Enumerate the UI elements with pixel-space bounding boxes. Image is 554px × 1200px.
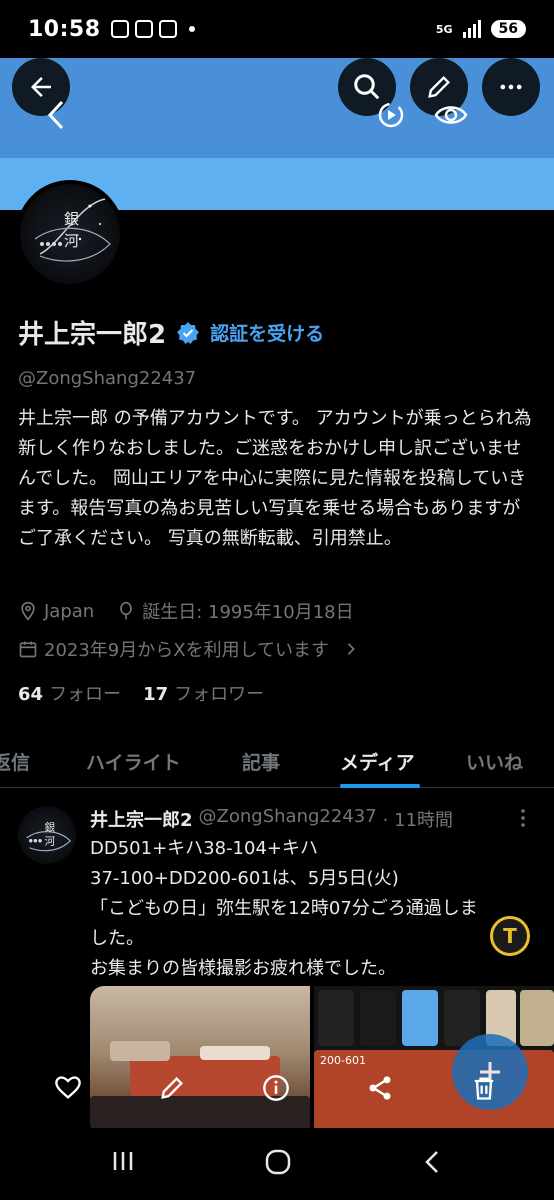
following-link[interactable]: 64 フォロー [18,680,121,706]
more-button[interactable] [482,58,540,116]
profile-joined: 2023年9月からXを利用しています [44,640,330,661]
profile-name-row: 井上宗一郎2 認証を受ける [18,314,324,351]
chevron-left-icon [425,1151,438,1173]
signal-icon [462,20,481,38]
following-count: 64 [18,684,44,705]
tweet-text-line: お集まりの皆様撮影お疲れ様でした。 [90,958,396,979]
delete-button[interactable] [470,1074,498,1106]
recent-apps-button[interactable] [110,1148,136,1178]
home-button[interactable] [264,1148,292,1180]
screen-capture-icon[interactable] [376,100,406,134]
status-time: 10:58 [28,16,101,42]
tab-highlights[interactable]: ハイライト [86,748,181,775]
calendar-icon [19,641,37,658]
followers-label: フォロワー [174,684,265,705]
tweet-text-line: 「こどもの日」弥生駅を12時07分ごろ通過しま [90,898,478,919]
more-vertical-icon [521,809,525,827]
tab-likes[interactable]: いいね [466,748,523,775]
system-nav-bar [0,1128,554,1200]
tab-replies[interactable]: 返信 [0,748,30,775]
text-extract-icon[interactable]: T [490,916,530,956]
following-label: フォロー [49,684,122,705]
profile-birthday: 誕生日: 1995年10月18日 [142,602,354,623]
followers-link[interactable]: 17 フォロワー [143,680,264,706]
notification-app-icon [110,20,129,38]
notification-grid-icon [158,20,177,38]
eye-icon[interactable] [434,102,468,132]
share-button[interactable] [366,1074,394,1106]
overlay-back-chevron-icon[interactable] [44,98,68,136]
info-button[interactable] [262,1074,290,1106]
balloon-icon [120,601,133,620]
get-verified-link[interactable]: 認証を受ける [210,319,324,346]
tweet-avatar[interactable]: 銀 河 [18,806,76,864]
active-tab-indicator [340,784,420,788]
notification-dot-icon [188,26,195,32]
profile-tabs: 返信 ハイライト 記事 メディア いいね [0,730,554,788]
tweet-header: 井上宗一郎2 @ZongShang22437 · 11時間 [90,806,453,832]
tweet-more-button[interactable] [518,808,528,833]
tweet-author-name[interactable]: 井上宗一郎2 [90,806,193,832]
follow-stats: 64 フォロー 17 フォロワー [18,680,264,706]
profile-bio: 井上宗一郎 の予備アカウントです。 アカウントが乗っとられ為新しく作りなおしまし… [18,408,532,549]
trash-icon [474,1077,494,1100]
search-icon [354,74,380,100]
tweet-text-line: した。 [90,928,144,949]
heart-icon [55,1076,81,1099]
recent-apps-icon [113,1152,133,1170]
tweet-author-handle[interactable]: @ZongShang22437 [199,806,377,832]
pencil-icon [161,1077,183,1099]
avatar-text-line1: 銀 [64,210,79,228]
system-back-button[interactable] [420,1148,444,1180]
tab-media[interactable]: メディア [340,748,415,775]
followers-count: 17 [143,684,169,705]
profile-handle: @ZongShang22437 [18,368,197,389]
network-type: 5G [435,22,453,36]
notification-icons [110,20,195,38]
share-icon [369,1076,391,1100]
profile-banner [0,58,554,158]
tweet-text-line: 37-100+DD200-601は、5月5日(火) [90,868,399,889]
profile-location: Japan [44,600,95,622]
tweet-time: · 11時間 [382,810,454,831]
pencil-icon [428,76,450,98]
tweet-avatar-text-line2: 河 [45,835,56,847]
status-bar: 10:58 5G 56 [0,0,554,58]
profile-meta-joined-row[interactable]: 2023年9月からXを利用しています [18,636,359,662]
profile-meta-location-row: Japan 誕生日: 1995年10月18日 [18,598,354,624]
tweet-text-line: DD501+キハ38-104+キハ [90,838,318,859]
location-pin-icon [21,601,35,621]
chevron-right-icon [347,643,355,655]
tweet-avatar-text-line1: 銀 [45,820,56,833]
verified-badge-icon [177,321,200,344]
profile-avatar[interactable]: 銀 河 [16,180,124,288]
tab-articles[interactable]: 記事 [242,748,280,775]
image-action-bar [0,1060,554,1120]
edit-image-button[interactable] [158,1074,186,1106]
battery-indicator: 56 [490,20,526,38]
home-circle-icon [265,1149,291,1175]
notification-check-icon [134,20,153,38]
avatar-text-line2: 河 [64,232,79,250]
info-icon [263,1075,289,1101]
profile-name: 井上宗一郎2 [18,320,167,350]
like-button[interactable] [54,1074,82,1106]
tweet-text: DD501+キハ38-104+キハ 37-100+DD200-601は、5月5日… [90,834,540,984]
more-dots-icon [500,84,522,90]
